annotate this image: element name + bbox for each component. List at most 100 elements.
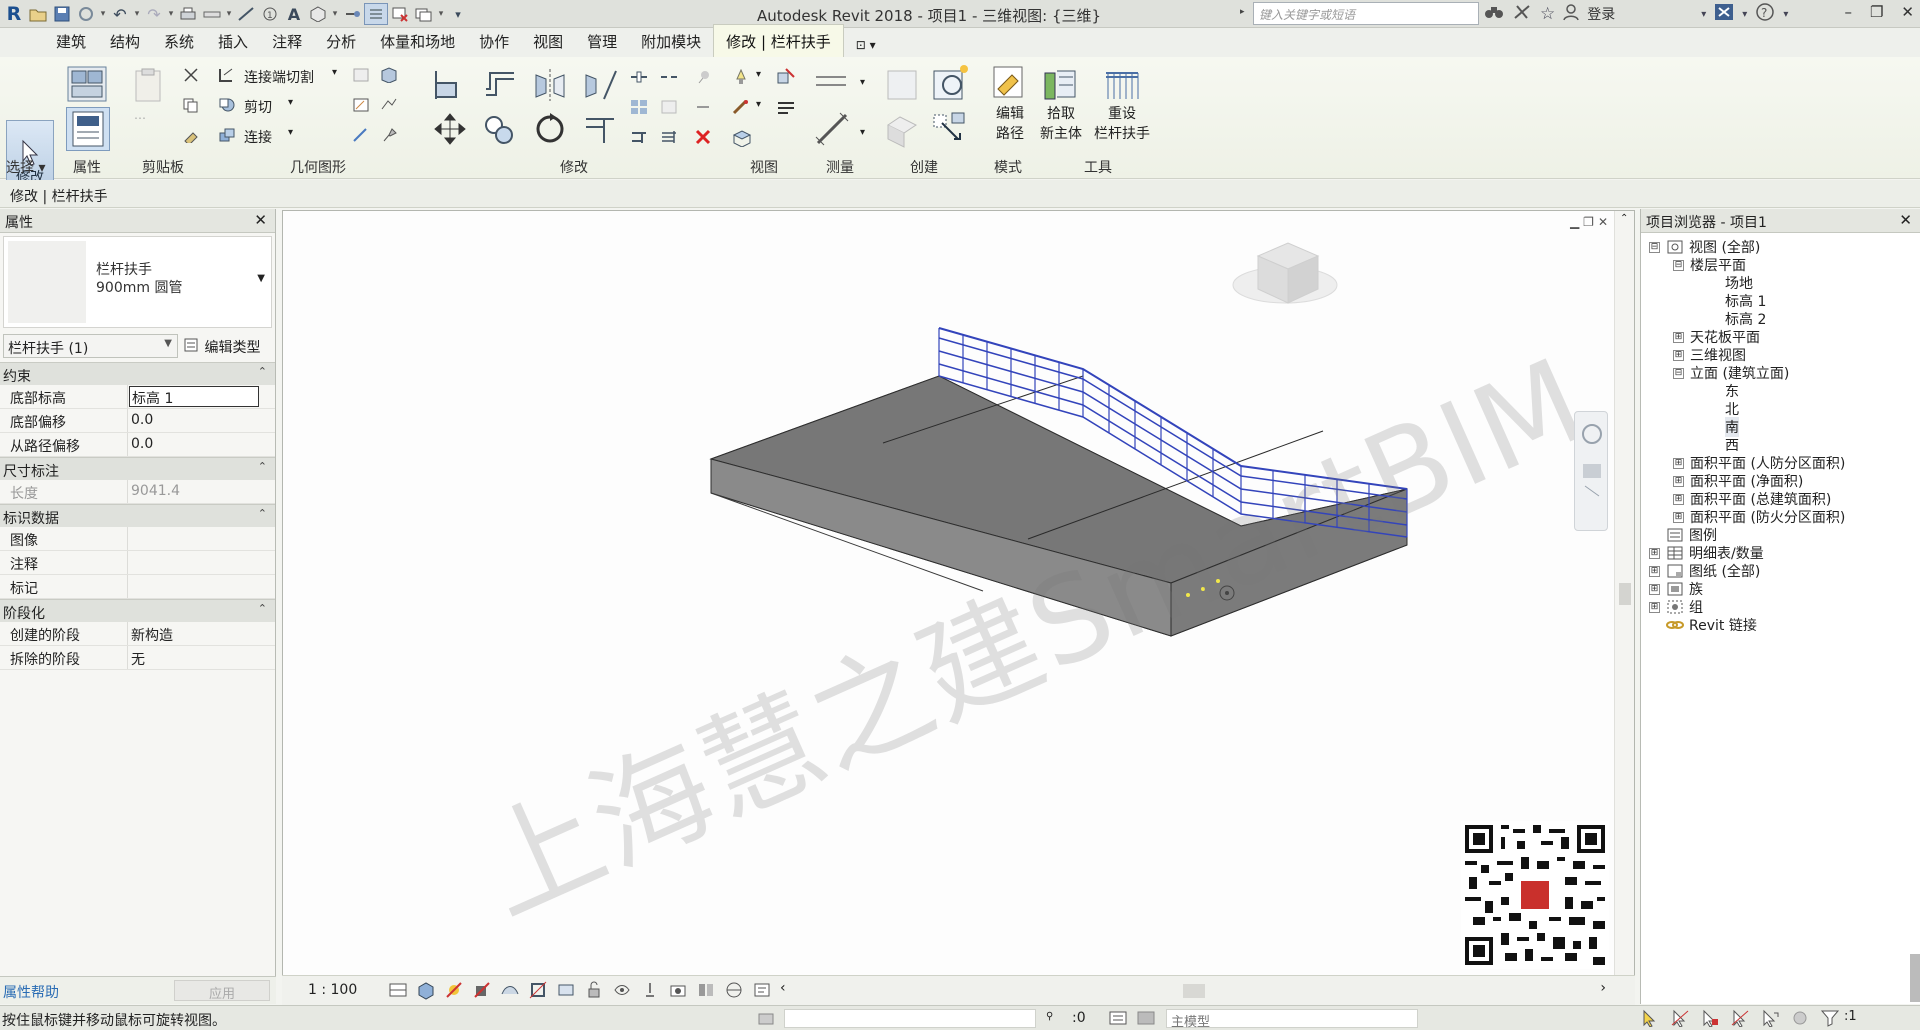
browser-scroll-thumb[interactable]	[1910, 954, 1920, 1002]
tab-overflow-icon[interactable]: ⊡ ▾	[844, 32, 888, 57]
temp-hide-icon[interactable]	[612, 980, 632, 1000]
dimension-icon[interactable]	[234, 3, 258, 25]
print-icon[interactable]	[176, 3, 200, 25]
cope-icon[interactable]	[218, 67, 236, 83]
tree-node[interactable]: ⊟ 楼层平面	[1673, 255, 1746, 275]
tab-massing-site[interactable]: 体量和场地	[368, 25, 467, 57]
join-geometry-label[interactable]: 连接	[244, 127, 272, 147]
expand-toggle-icon[interactable]: ⊞	[1649, 601, 1660, 613]
cut-geometry-label[interactable]: 剪切	[244, 97, 272, 117]
sync-icon[interactable]	[74, 3, 98, 25]
image-field[interactable]	[128, 527, 275, 550]
comments-field[interactable]	[128, 551, 275, 574]
tab-manage[interactable]: 管理	[575, 25, 629, 57]
join-geometry-icon[interactable]	[218, 127, 236, 143]
create-assembly-icon[interactable]	[884, 67, 920, 103]
expand-toggle-icon[interactable]: ⊞	[1673, 511, 1684, 523]
measure-dropdown2-icon[interactable]: ▾	[860, 77, 865, 88]
tab-annotate[interactable]: 注释	[260, 25, 314, 57]
horizontal-scrollbar[interactable]: ›	[790, 980, 1610, 998]
3d-view-icon[interactable]	[306, 3, 330, 25]
tab-addins[interactable]: 附加模块	[629, 25, 713, 57]
phase-demolished-field[interactable]: 无	[128, 646, 275, 669]
binoculars-icon[interactable]	[1484, 3, 1504, 26]
join-dropdown-icon[interactable]: ▾	[288, 127, 293, 138]
wall-joins-icon[interactable]	[380, 67, 398, 84]
create-parts-icon[interactable]	[930, 63, 970, 103]
design-option-model-field[interactable]: 主模型	[1166, 1009, 1418, 1030]
linework-icon[interactable]	[732, 99, 750, 115]
tree-node[interactable]: ⊞ 面积平面 (人防分区面积)	[1673, 453, 1845, 473]
instance-filter-select[interactable]: 栏杆扶手 (1) ▼	[3, 334, 178, 358]
properties-toggle-icon[interactable]	[66, 107, 110, 151]
select-pinned-icon[interactable]	[1700, 1009, 1720, 1030]
move-icon[interactable]	[432, 111, 468, 147]
tree-node[interactable]: 西	[1725, 435, 1739, 455]
expand-toggle-icon[interactable]: ⊞	[1673, 493, 1684, 505]
tree-node[interactable]: ⊞ 天花板平面	[1673, 327, 1760, 347]
tab-view[interactable]: 视图	[521, 25, 575, 57]
tab-collaborate[interactable]: 协作	[467, 25, 521, 57]
linework-dropdown-icon[interactable]: ▾	[756, 99, 761, 110]
tree-node[interactable]: 标高 1	[1725, 291, 1766, 311]
tab-systems[interactable]: 系统	[152, 25, 206, 57]
tree-node[interactable]: ⊞ 三维视图	[1673, 345, 1746, 365]
pick-icon[interactable]	[352, 127, 370, 143]
tree-node[interactable]: 场地	[1725, 273, 1753, 293]
path-offset-field[interactable]: 0.0	[128, 433, 275, 456]
exchange-apps-icon[interactable]	[1714, 3, 1734, 26]
base-level-field[interactable]: 标高 1	[129, 386, 259, 407]
paste-icon[interactable]	[132, 67, 166, 105]
switch-windows-icon[interactable]	[412, 3, 436, 25]
override-graphics-icon[interactable]	[776, 67, 795, 84]
collapse-icon[interactable]: ⌃	[258, 602, 267, 615]
base-offset-field[interactable]: 0.0	[128, 409, 275, 432]
match-properties-icon[interactable]	[182, 127, 200, 146]
type-selector[interactable]: 栏杆扶手 900mm 圆管 ▼	[3, 236, 272, 328]
switch-windows-dropdown-icon[interactable]: ▾	[436, 9, 446, 19]
split-element-icon[interactable]	[630, 69, 648, 85]
3d-view-dropdown-icon[interactable]: ▾	[330, 9, 340, 19]
tree-node[interactable]: ⊞ 族	[1649, 579, 1703, 599]
redo-icon[interactable]: ↷	[142, 3, 166, 25]
rotate-icon[interactable]	[532, 111, 568, 147]
tab-insert[interactable]: 插入	[206, 25, 260, 57]
collapse-toggle-icon[interactable]: ⊟	[1673, 259, 1684, 271]
crop-view-icon[interactable]	[528, 980, 548, 1000]
group-identity-data[interactable]: 标识数据 ⌃	[0, 504, 275, 527]
visual-style-icon[interactable]	[416, 980, 436, 1000]
group-phasing[interactable]: 阶段化 ⌃	[0, 599, 275, 622]
expand-toggle-icon[interactable]: ⊞	[1673, 349, 1684, 361]
vertical-scroll-thumb[interactable]	[1619, 583, 1631, 605]
paint-icon[interactable]	[352, 97, 370, 113]
trim-extend-icon[interactable]	[582, 111, 618, 147]
measure-dropdown-icon[interactable]: ▾	[224, 9, 234, 19]
tree-node[interactable]: 图例	[1666, 525, 1717, 545]
tab-architecture[interactable]: 建筑	[44, 25, 98, 57]
active-workset-field[interactable]	[784, 1009, 1036, 1028]
offset-icon[interactable]	[482, 67, 518, 103]
highlight-displacement-icon[interactable]	[752, 980, 772, 1000]
selection-filter-icon[interactable]: ⚲	[1046, 1011, 1053, 1022]
scroll-up-icon[interactable]: ⌃	[1620, 213, 1628, 224]
open-icon[interactable]	[26, 3, 50, 25]
select-panel-label[interactable]: 选择 ▾	[6, 157, 45, 177]
user-icon[interactable]	[1563, 3, 1579, 26]
chevron-down-icon[interactable]: ▼	[257, 273, 265, 284]
collapse-icon[interactable]: ⌃	[258, 365, 267, 378]
close-hidden-icon[interactable]	[388, 3, 412, 25]
shadows-icon[interactable]	[472, 980, 492, 1000]
view-scale[interactable]: 1 : 100	[308, 982, 357, 998]
revit-logo-icon[interactable]: R	[2, 3, 26, 25]
vertical-scrollbar[interactable]: ⌃ ⌄	[1614, 211, 1634, 991]
hide-dropdown-icon[interactable]: ▾	[756, 69, 761, 80]
mirror-pick-axis-icon[interactable]	[532, 67, 568, 103]
split-gap-icon[interactable]	[660, 69, 678, 85]
cope-label[interactable]: 连接端切割	[244, 67, 314, 87]
group-dimensions[interactable]: 尺寸标注 ⌃	[0, 457, 275, 480]
group-constraints[interactable]: 约束 ⌃	[0, 362, 275, 385]
tab-structure[interactable]: 结构	[98, 25, 152, 57]
editable-only-icon[interactable]	[1136, 1009, 1156, 1030]
tab-modify-railing[interactable]: 修改 | 栏杆扶手	[713, 24, 844, 57]
undo-icon[interactable]: ↶	[108, 3, 132, 25]
